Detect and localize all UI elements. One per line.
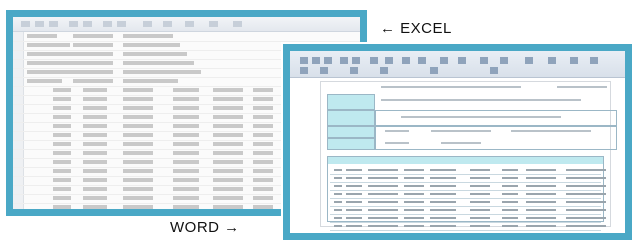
word-screenshot bbox=[283, 44, 632, 240]
word-caption: WORD → bbox=[170, 219, 240, 236]
excel-toolbar bbox=[13, 17, 360, 32]
word-document-page bbox=[320, 81, 617, 231]
excel-caption: ← EXCEL bbox=[380, 20, 452, 37]
word-ribbon bbox=[290, 51, 625, 78]
word-table bbox=[327, 156, 606, 231]
word-table-row bbox=[330, 230, 601, 233]
